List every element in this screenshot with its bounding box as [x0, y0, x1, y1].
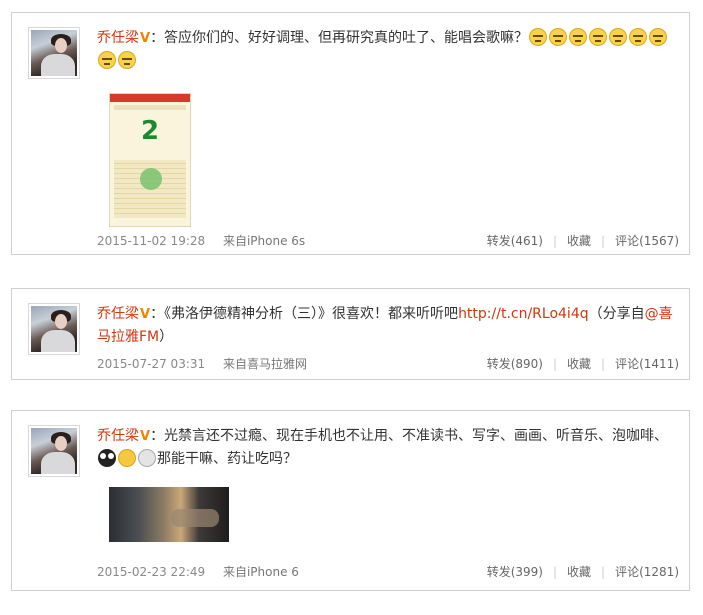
- post-actions: 转发(890) | 收藏 | 评论(1411): [486, 357, 679, 371]
- frown-emoji-icon: [529, 28, 548, 46]
- post-body: ：光禁言还不过瘾、现在手机也不让用、不准读书、写字、画画、听音乐、泡咖啡、: [150, 428, 669, 444]
- post-source[interactable]: 来自喜马拉雅网: [223, 357, 307, 371]
- post-actions: 转发(399) | 收藏 | 评论(1281): [486, 565, 679, 579]
- favorite-button[interactable]: 收藏: [567, 565, 591, 579]
- comment-button[interactable]: 评论(1281): [615, 565, 679, 579]
- frown-emoji-icon: [629, 28, 648, 46]
- lottery-number: 2: [140, 116, 160, 146]
- post-time[interactable]: 2015-02-23 22:49: [97, 565, 205, 579]
- favorite-button[interactable]: 收藏: [567, 234, 591, 248]
- post-meta: 2015-07-27 03:31 来自喜马拉雅网 转发(890) | 收藏 | 评论(1…: [97, 355, 679, 372]
- frown-emoji-icon: [98, 51, 116, 69]
- repost-button[interactable]: 转发(890): [487, 357, 543, 371]
- post-text: 乔任梁V：《弗洛伊德精神分析（三）》很喜欢！都来听听吧http://t.cn/R…: [97, 303, 679, 349]
- shocked-emoji-icon: [98, 449, 116, 467]
- weibo-post-3: 乔任梁V：光禁言还不过瘾、现在手机也不让用、不准读书、写字、画画、听音乐、泡咖啡…: [11, 410, 690, 591]
- post-meta: 2015-11-02 19:28 来自iPhone 6s 转发(461) | 收藏 |…: [97, 232, 679, 249]
- weibo-post-1: 乔任梁V：答应你们的、好好调理、但再研究真的吐了、能唱会歌嘛？ 2 2015-1…: [11, 12, 690, 255]
- repost-button[interactable]: 转发(399): [487, 565, 543, 579]
- post-body-end: 那能干嘛、药让吃吗？: [157, 451, 297, 467]
- comment-button[interactable]: 评论(1567): [615, 234, 679, 248]
- post-body: ：《弗洛伊德精神分析（三）》很喜欢！都来听听吧: [150, 306, 459, 322]
- post-text: 乔任梁V：光禁言还不过瘾、现在手机也不让用、不准读书、写字、画画、听音乐、泡咖啡…: [97, 425, 679, 471]
- animal-emoji-icon: [138, 449, 156, 467]
- post-body-middle: （分享自: [588, 306, 645, 322]
- frown-emoji-icon: [549, 28, 568, 46]
- avatar[interactable]: [28, 27, 80, 79]
- repost-button[interactable]: 转发(461): [487, 234, 543, 248]
- post-time[interactable]: 2015-11-02 19:28: [97, 234, 205, 248]
- post-time[interactable]: 2015-07-27 03:31: [97, 357, 205, 371]
- frown-emoji-icon: [118, 51, 136, 69]
- v-verified-icon[interactable]: V: [140, 31, 150, 46]
- weibo-post-2: 乔任梁V：《弗洛伊德精神分析（三）》很喜欢！都来听听吧http://t.cn/R…: [11, 288, 690, 380]
- post-text: 乔任梁V：答应你们的、好好调理、但再研究真的吐了、能唱会歌嘛？: [97, 27, 679, 73]
- avatar[interactable]: [28, 425, 80, 477]
- username-link[interactable]: 乔任梁: [97, 30, 139, 46]
- favorite-button[interactable]: 收藏: [567, 357, 591, 371]
- frown-emoji-icon: [649, 28, 668, 46]
- lottery-thumbnail[interactable]: 2: [109, 93, 191, 227]
- post-actions: 转发(461) | 收藏 | 评论(1567): [486, 234, 679, 248]
- post-body: ：答应你们的、好好调理、但再研究真的吐了、能唱会歌嘛？: [150, 30, 529, 46]
- username-link[interactable]: 乔任梁: [97, 428, 139, 444]
- avatar[interactable]: [28, 303, 80, 355]
- silent-emoji-icon: [118, 449, 136, 467]
- v-verified-icon[interactable]: V: [140, 429, 150, 444]
- post-source[interactable]: 来自iPhone 6s: [223, 234, 305, 248]
- short-link[interactable]: http://t.cn/RLo4i4q: [458, 306, 589, 322]
- photo-thumbnail[interactable]: [109, 487, 229, 542]
- frown-emoji-icon: [609, 28, 628, 46]
- frown-emoji-icon: [569, 28, 588, 46]
- post-source[interactable]: 来自iPhone 6: [223, 565, 299, 579]
- comment-button[interactable]: 评论(1411): [615, 357, 679, 371]
- username-link[interactable]: 乔任梁: [97, 306, 139, 322]
- post-meta: 2015-02-23 22:49 来自iPhone 6 转发(399) | 收藏 | 评…: [97, 563, 679, 580]
- post-body-end: ）: [159, 329, 174, 345]
- v-verified-icon[interactable]: V: [140, 307, 150, 322]
- frown-emoji-icon: [589, 28, 608, 46]
